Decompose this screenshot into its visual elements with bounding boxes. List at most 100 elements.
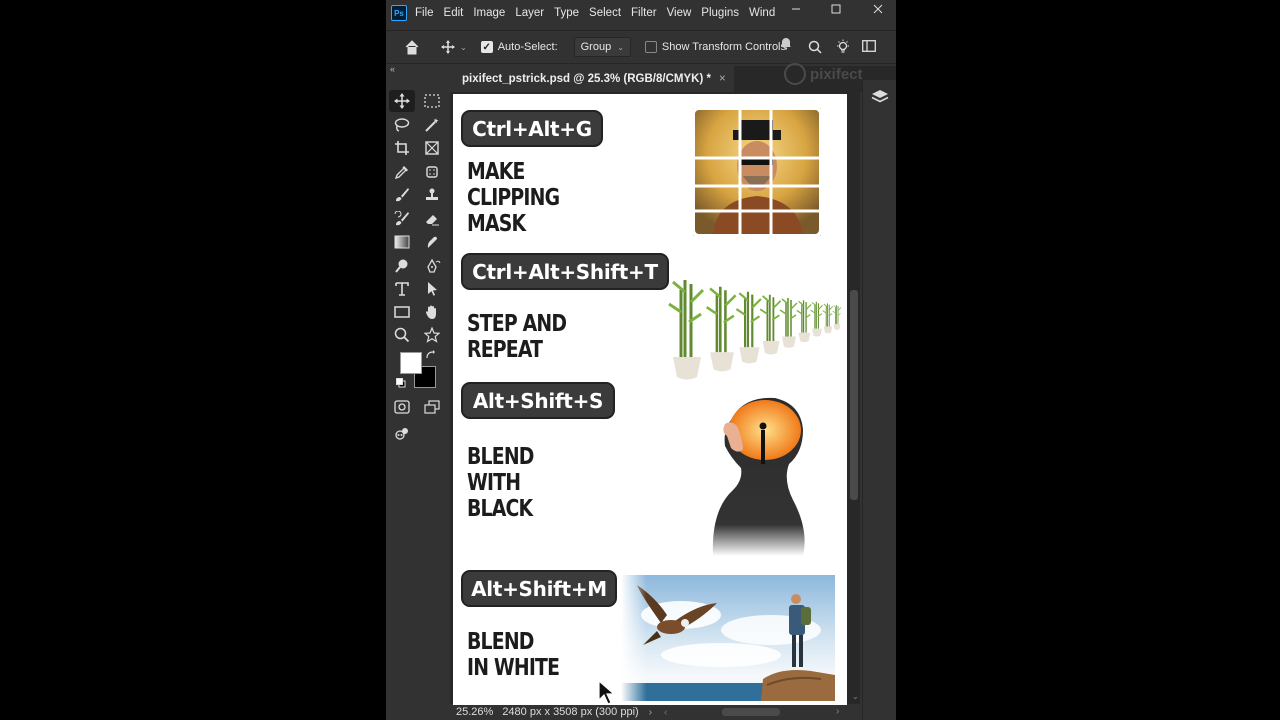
shortcut-description-clipping-mask: MAKE CLIPPING MASK <box>467 159 560 237</box>
rectangle-tool-icon[interactable] <box>389 301 415 323</box>
layers-panel-icon[interactable] <box>871 88 889 109</box>
description-line: CLIPPING <box>467 185 560 211</box>
tools-panel <box>386 90 448 720</box>
shortcut-description-blend-in-white: BLEND IN WHITE <box>467 629 560 681</box>
close-window-icon[interactable] <box>868 0 888 18</box>
menu-select[interactable]: Select <box>589 7 621 19</box>
quick-mask-icon[interactable] <box>389 396 415 418</box>
scroll-left-icon[interactable]: ‹ <box>664 707 667 718</box>
type-tool-icon[interactable] <box>389 278 415 300</box>
dodge-icon[interactable] <box>389 255 415 277</box>
document-tab[interactable]: pixifect_pstrick.psd @ 25.3% (RGB/8/CMYK… <box>454 66 734 92</box>
edit-toolbar-icon[interactable] <box>389 423 415 445</box>
eyedropper-icon[interactable] <box>389 161 415 183</box>
auto-select-target-dropdown[interactable]: Group ⌄ <box>573 37 631 57</box>
default-colors-icon[interactable] <box>394 376 408 390</box>
mouse-cursor-icon <box>598 680 616 705</box>
menu-filter[interactable]: Filter <box>631 7 657 19</box>
watermark-text: pixifect <box>810 65 863 83</box>
home-icon[interactable] <box>400 39 424 55</box>
clone-stamp-icon[interactable] <box>419 184 445 206</box>
description-line: BLACK <box>467 496 533 522</box>
star-icon[interactable] <box>419 324 445 346</box>
frame-tool-icon[interactable] <box>419 137 445 159</box>
eraser-icon[interactable] <box>419 208 445 230</box>
menu-bar: Ps File Edit Image Layer Type Select Fil… <box>386 0 896 26</box>
lasso-icon[interactable] <box>389 114 415 136</box>
show-transform-label: Show Transform Controls <box>661 41 787 53</box>
description-line: STEP AND <box>467 311 567 337</box>
hand-icon[interactable] <box>419 301 445 323</box>
description-line: WITH <box>467 470 521 496</box>
scroll-right-icon[interactable]: › <box>836 706 839 717</box>
lightbulb-icon[interactable] <box>836 39 850 55</box>
vertical-scrollbar[interactable] <box>850 290 858 500</box>
document-tab-title: pixifect_pstrick.psd @ 25.3% (RGB/8/CMYK… <box>462 73 711 85</box>
description-line: MAKE <box>467 159 525 185</box>
scroll-down-icon[interactable]: ⌄ <box>852 692 859 701</box>
blend-with-black-silhouette-image <box>712 397 805 556</box>
magic-wand-icon[interactable] <box>419 114 445 136</box>
blend-in-white-eagle-image <box>621 575 835 701</box>
workspace-icon[interactable] <box>862 40 876 52</box>
document-size: 2480 px x 3508 px (300 ppi) <box>502 706 639 718</box>
rectangular-marquee-icon[interactable] <box>419 90 445 112</box>
auto-select-target-value: Group <box>580 41 612 53</box>
minimize-icon[interactable] <box>786 0 806 18</box>
history-brush-icon[interactable] <box>389 208 415 230</box>
menu-layer[interactable]: Layer <box>515 7 544 19</box>
shortcut-description-step-and-repeat: STEP AND REPEAT <box>467 311 567 363</box>
menu-window[interactable]: Wind <box>749 7 775 19</box>
description-line: REPEAT <box>467 337 543 363</box>
shortcut-badge-blend-with-black: Alt+Shift+S <box>461 382 615 419</box>
menu-edit[interactable]: Edit <box>444 7 464 19</box>
watermark-logo-icon <box>784 63 806 85</box>
menu-view[interactable]: View <box>667 7 692 19</box>
tool-preset-chevron-icon[interactable]: ⌄ <box>460 43 467 52</box>
collapse-toolbar-icon[interactable]: « <box>390 64 395 74</box>
shortcut-description-blend-with-black: BLEND WITH BLACK <box>467 444 534 522</box>
auto-select-label: Auto-Select: <box>497 41 558 53</box>
path-selection-icon[interactable] <box>419 278 445 300</box>
pen-icon[interactable] <box>419 255 445 277</box>
screen-mode-icon[interactable] <box>419 396 445 418</box>
move-tool-preset-icon[interactable] <box>436 40 460 54</box>
panel-dock <box>862 80 896 720</box>
swap-colors-icon[interactable] <box>422 348 438 362</box>
shortcut-badge-step-and-repeat: Ctrl+Alt+Shift+T <box>461 253 669 290</box>
pixifect-watermark: pixifect <box>784 63 863 85</box>
move-tool-icon[interactable] <box>389 90 415 112</box>
crop-icon[interactable] <box>389 137 415 159</box>
smudge-icon[interactable] <box>419 231 445 253</box>
horizontal-scrollbar[interactable] <box>722 708 780 716</box>
menu-type[interactable]: Type <box>554 7 579 19</box>
shortcut-badge-clipping-mask: Ctrl+Alt+G <box>461 110 603 147</box>
show-transform-checkbox[interactable] <box>644 41 657 53</box>
description-line: IN WHITE <box>467 655 560 681</box>
status-menu-chevron-icon[interactable]: › <box>649 707 652 718</box>
description-line: BLEND <box>467 444 534 470</box>
description-line: MASK <box>467 211 526 237</box>
step-and-repeat-plants-image <box>668 280 842 380</box>
shortcut-badge-blend-in-white: Alt+Shift+M <box>461 570 617 607</box>
document-canvas[interactable]: Ctrl+Alt+G MAKE CLIPPING MASK Ctrl+Alt+S… <box>453 94 847 705</box>
bell-icon[interactable] <box>780 36 792 50</box>
description-line: BLEND <box>467 629 534 655</box>
clipping-mask-portrait-image <box>693 108 821 236</box>
zoom-tool-icon[interactable] <box>389 324 415 346</box>
photoshop-logo-icon: Ps <box>391 5 407 21</box>
chevron-down-icon: ⌄ <box>617 42 624 52</box>
menu-image[interactable]: Image <box>473 7 505 19</box>
spot-healing-icon[interactable] <box>419 161 445 183</box>
brush-icon[interactable] <box>389 184 415 206</box>
menu-file[interactable]: File <box>415 7 434 19</box>
menu-plugins[interactable]: Plugins <box>701 7 739 19</box>
status-bar: 25.26% 2480 px x 3508 px (300 ppi) › ‹ <box>386 704 862 720</box>
gradient-icon[interactable] <box>389 231 415 253</box>
auto-select-checkbox[interactable]: ✓ <box>480 41 493 53</box>
maximize-icon[interactable] <box>826 0 846 18</box>
zoom-level[interactable]: 25.26% <box>456 706 493 718</box>
search-icon[interactable] <box>808 40 822 54</box>
close-tab-icon[interactable]: × <box>719 73 726 85</box>
foreground-color-swatch[interactable] <box>400 352 422 374</box>
